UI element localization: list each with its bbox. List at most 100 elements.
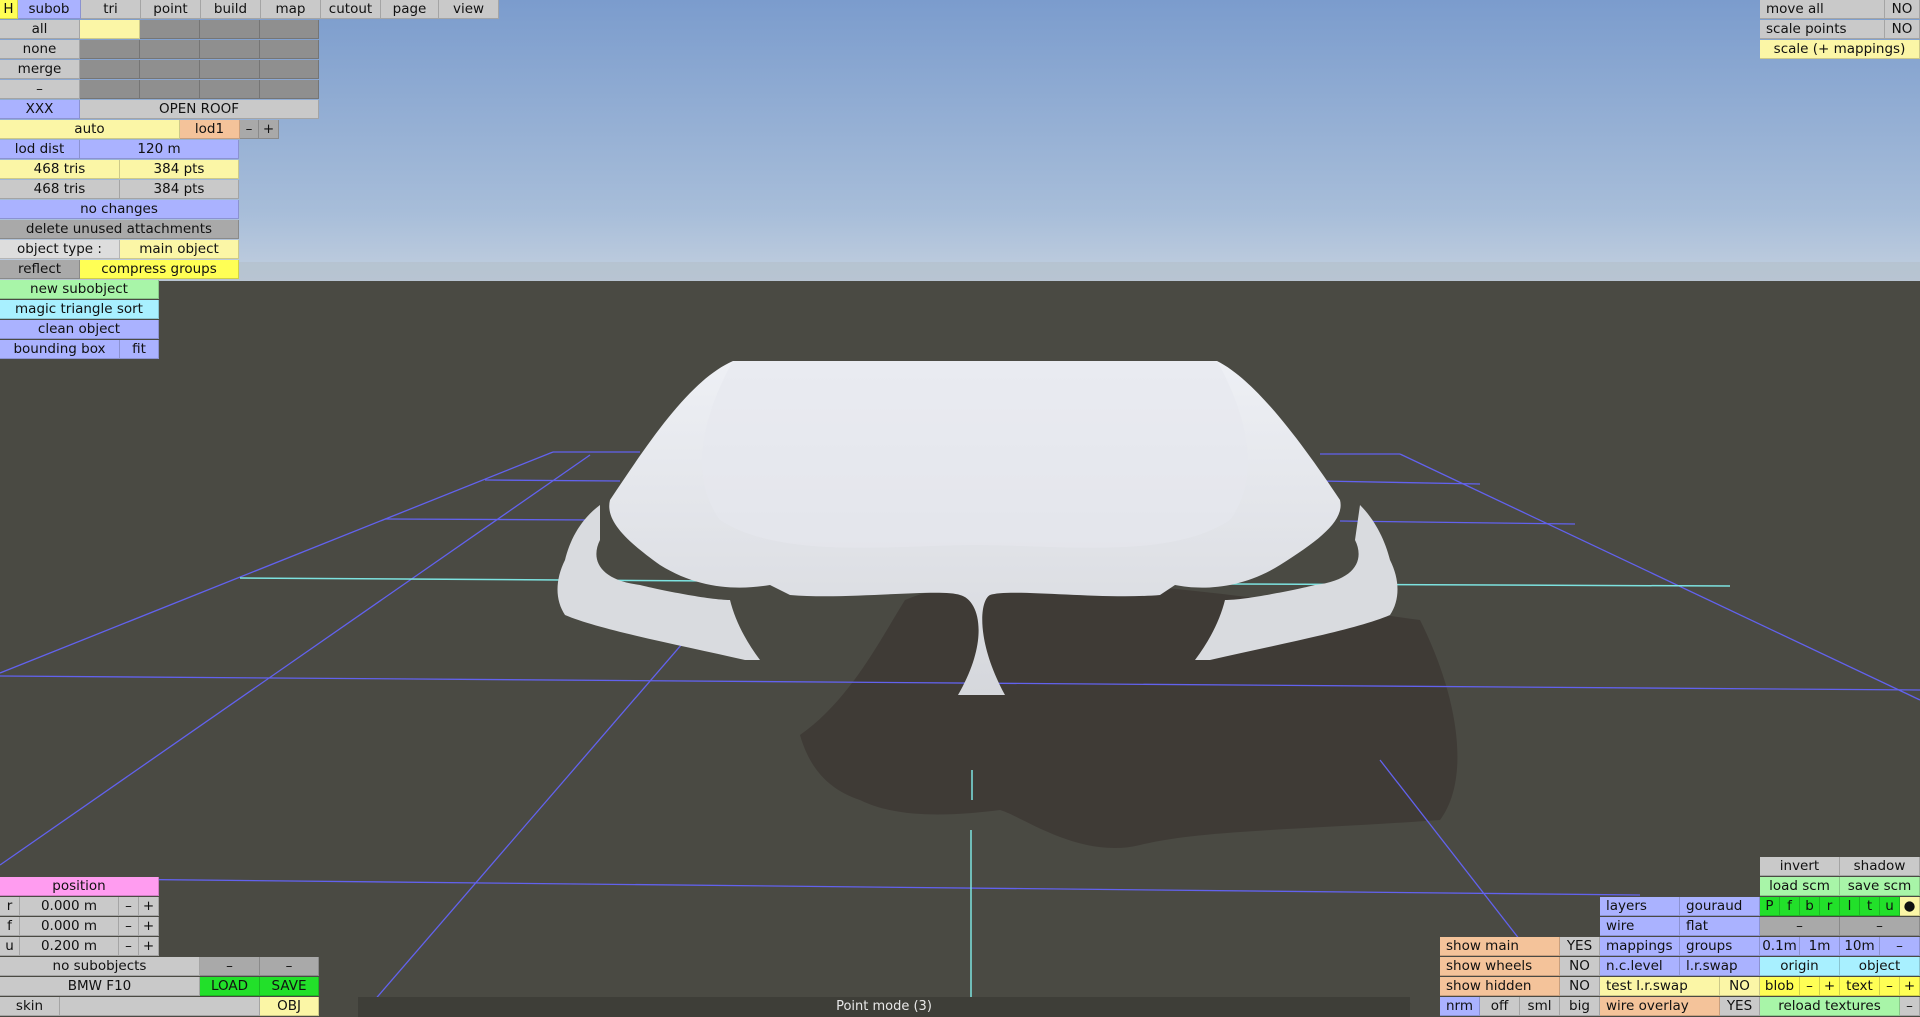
layer-toggle-r[interactable]: r (1820, 897, 1840, 916)
layer-toggle-l[interactable]: l (1840, 897, 1860, 916)
save-scm-button[interactable]: save scm (1840, 877, 1920, 896)
reflect-button[interactable]: reflect (0, 260, 80, 279)
dash-button[interactable]: – (1840, 917, 1920, 936)
magic-triangle-sort-button[interactable]: magic triangle sort (0, 300, 159, 319)
new-subobject-button[interactable]: new subobject (0, 280, 159, 299)
subobject-slot[interactable] (140, 80, 200, 99)
layer-toggle-u[interactable]: u (1880, 897, 1900, 916)
subobject-slot[interactable] (200, 20, 260, 39)
select-none-button[interactable]: none (0, 40, 80, 59)
lod-dist-value[interactable]: 120 m (80, 140, 239, 159)
car-hood-model[interactable] (557, 361, 1398, 695)
position-f-field[interactable]: 0.000 m (20, 917, 119, 936)
subobject-slot[interactable] (260, 40, 319, 59)
subobject-slot[interactable] (140, 20, 200, 39)
object-type-value[interactable]: main object (120, 240, 239, 259)
subobject-slot[interactable] (80, 20, 140, 39)
lod-minus-button[interactable]: – (240, 120, 259, 139)
position-u-minus[interactable]: – (119, 937, 139, 956)
blob-minus[interactable]: – (1800, 977, 1820, 996)
tab-h[interactable]: H (0, 0, 18, 19)
fit-button[interactable]: fit (120, 340, 159, 359)
layers-button[interactable]: layers (1600, 897, 1680, 916)
layer-toggle-p[interactable]: P (1760, 897, 1780, 916)
wire-button[interactable]: wire (1600, 917, 1680, 936)
bounding-box-button[interactable]: bounding box (0, 340, 120, 359)
subobject-slot[interactable] (260, 60, 319, 79)
layer-toggle-b[interactable]: b (1800, 897, 1820, 916)
subobject-minus-button[interactable]: – (260, 957, 319, 976)
clean-object-button[interactable]: clean object (0, 320, 159, 339)
subobject-slot[interactable] (80, 60, 140, 79)
position-f-minus[interactable]: – (119, 917, 139, 936)
skin-field[interactable] (60, 997, 260, 1016)
flat-button[interactable]: flat (1680, 917, 1760, 936)
tab-map[interactable]: map (261, 0, 321, 19)
load-scm-button[interactable]: load scm (1760, 877, 1840, 896)
delete-unused-attachments-button[interactable]: delete unused attachments (0, 220, 239, 239)
scale-step-0-1m[interactable]: 0.1m (1760, 937, 1800, 956)
wire-overlay-toggle[interactable]: YES (1720, 997, 1760, 1016)
position-r-field[interactable]: 0.000 m (20, 897, 119, 916)
lod-auto-button[interactable]: auto (0, 120, 180, 139)
subobject-slot[interactable] (140, 60, 200, 79)
reload-minus[interactable]: – (1900, 997, 1920, 1016)
subobject-slot[interactable] (200, 80, 260, 99)
dash-button[interactable]: – (1760, 917, 1840, 936)
view-mode-nrm[interactable]: nrm (1440, 997, 1480, 1016)
open-roof-button[interactable]: OPEN ROOF (80, 100, 319, 119)
subobject-slot[interactable] (200, 60, 260, 79)
position-f-plus[interactable]: + (139, 917, 159, 936)
reload-textures-button[interactable]: reload textures (1760, 997, 1900, 1016)
save-button[interactable]: SAVE (260, 977, 319, 996)
nc-level-button[interactable]: n.c.level (1600, 957, 1680, 976)
position-r-minus[interactable]: – (119, 897, 139, 916)
select-minus-button[interactable]: – (0, 80, 80, 99)
tab-build[interactable]: build (201, 0, 261, 19)
viewport-3d[interactable] (0, 0, 1920, 1017)
text-plus[interactable]: + (1900, 977, 1920, 996)
position-r-plus[interactable]: + (139, 897, 159, 916)
scale-points-toggle[interactable]: NO (1885, 20, 1920, 39)
groups-button[interactable]: groups (1680, 937, 1760, 956)
gouraud-button[interactable]: gouraud (1680, 897, 1760, 916)
subobject-slot[interactable] (140, 40, 200, 59)
obj-button[interactable]: OBJ (260, 997, 319, 1016)
scale-step-1m[interactable]: 1m (1800, 937, 1840, 956)
tab-subob[interactable]: subob (18, 0, 81, 19)
origin-button[interactable]: origin (1760, 957, 1840, 976)
layer-toggle-t[interactable]: t (1860, 897, 1880, 916)
load-button[interactable]: LOAD (200, 977, 260, 996)
view-mode-sml[interactable]: sml (1520, 997, 1560, 1016)
subobject-minus-button[interactable]: – (200, 957, 260, 976)
subobject-slot[interactable] (80, 40, 140, 59)
layer-toggle-dot[interactable]: ● (1900, 897, 1920, 916)
model-name[interactable]: BMW F10 (0, 977, 200, 996)
layer-toggle-f[interactable]: f (1780, 897, 1800, 916)
blob-plus[interactable]: + (1820, 977, 1840, 996)
show-wheels-toggle[interactable]: NO (1560, 957, 1600, 976)
tab-page[interactable]: page (381, 0, 439, 19)
tab-point[interactable]: point (141, 0, 201, 19)
scale-step-10m[interactable]: 10m (1840, 937, 1880, 956)
position-u-plus[interactable]: + (139, 937, 159, 956)
move-all-toggle[interactable]: NO (1885, 0, 1920, 19)
view-mode-big[interactable]: big (1560, 997, 1600, 1016)
shadow-button[interactable]: shadow (1840, 857, 1920, 876)
subobject-slot[interactable] (200, 40, 260, 59)
invert-button[interactable]: invert (1760, 857, 1840, 876)
position-u-field[interactable]: 0.200 m (20, 937, 119, 956)
tab-cutout[interactable]: cutout (321, 0, 381, 19)
subobject-slot[interactable] (260, 80, 319, 99)
view-mode-off[interactable]: off (1480, 997, 1520, 1016)
text-minus[interactable]: – (1880, 977, 1900, 996)
object-button[interactable]: object (1840, 957, 1920, 976)
select-all-button[interactable]: all (0, 20, 80, 39)
compress-groups-button[interactable]: compress groups (80, 260, 239, 279)
subobject-name[interactable]: XXX (0, 100, 80, 119)
tab-tri[interactable]: tri (81, 0, 141, 19)
show-hidden-toggle[interactable]: NO (1560, 977, 1600, 996)
lod-name[interactable]: lod1 (180, 120, 240, 139)
mappings-button[interactable]: mappings (1600, 937, 1680, 956)
lr-swap-button[interactable]: l.r.swap (1680, 957, 1760, 976)
